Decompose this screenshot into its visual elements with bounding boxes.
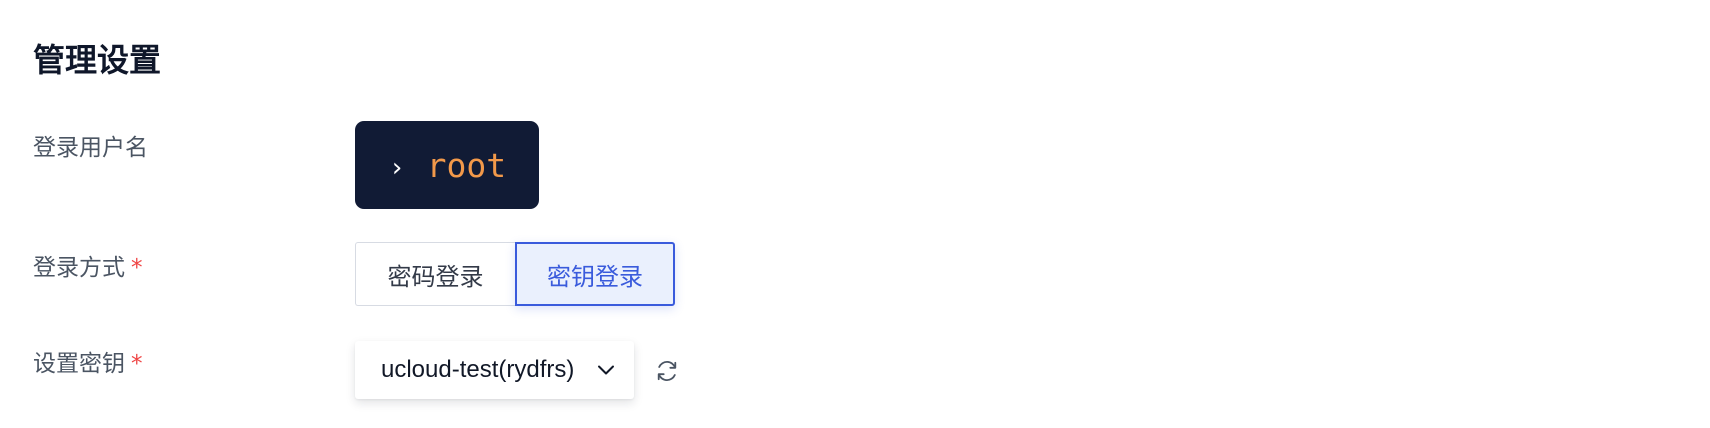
username-label: 登录用户名: [33, 132, 148, 164]
key-login-option[interactable]: 密钥登录: [515, 242, 675, 306]
login-method-toggle: 密码登录 密钥登录: [355, 242, 675, 306]
login-method-label: 登录方式 *: [33, 252, 143, 284]
required-mark: *: [131, 255, 143, 281]
username-label-text: 登录用户名: [33, 135, 148, 161]
key-label-text: 设置密钥: [33, 351, 125, 377]
chevron-down-icon: [596, 360, 616, 380]
password-login-option[interactable]: 密码登录: [355, 242, 515, 306]
required-mark: *: [131, 351, 143, 377]
key-select[interactable]: ucloud-test(rydfrs): [355, 341, 634, 399]
username-value: root: [426, 145, 507, 185]
prompt-symbol: ›: [389, 153, 405, 183]
section-title: 管理设置: [33, 41, 162, 79]
admin-settings-panel: 管理设置 登录用户名 › root 登录方式 * 密码登录 密钥登录 设置密钥 * …: [0, 0, 1710, 428]
key-label: 设置密钥 *: [33, 348, 143, 380]
key-select-value: ucloud-test(rydfrs): [381, 356, 575, 383]
login-method-label-text: 登录方式: [33, 255, 125, 281]
refresh-icon[interactable]: [654, 358, 680, 384]
username-display: › root: [355, 121, 539, 209]
